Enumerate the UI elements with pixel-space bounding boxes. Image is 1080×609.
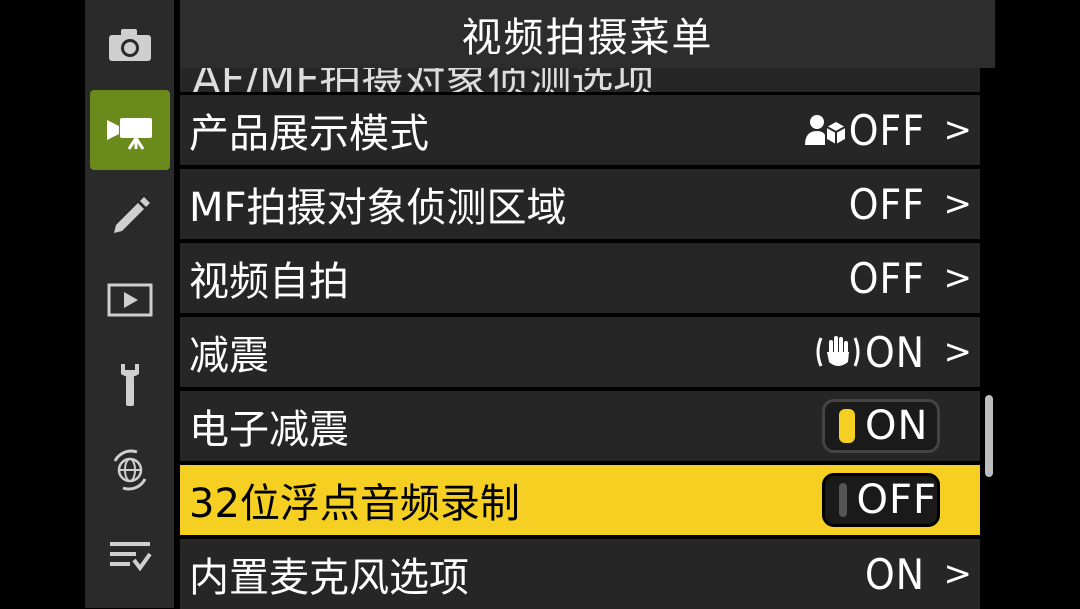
sidebar-item-my-menu[interactable] [90, 515, 170, 595]
toggle-label: OFF [856, 477, 937, 523]
my-menu-icon [110, 542, 152, 572]
vibration-reduction-icon [816, 336, 860, 367]
product-review-icon [804, 115, 845, 145]
toggle-knob [839, 409, 855, 443]
chevron-right-icon: > [943, 110, 973, 150]
menu-item-partial[interactable]: AF/MF拍摄对象侦测选项 [180, 68, 980, 92]
chevron-right-icon: > [943, 258, 973, 298]
sidebar-item-setup[interactable] [90, 345, 170, 425]
chevron-right-icon: > [943, 554, 973, 594]
sidebar-item-network[interactable] [90, 430, 170, 510]
menu-item-label: 减震 [189, 333, 269, 379]
menu-item-label: AF/MF拍摄对象侦测选项 [192, 68, 655, 92]
scrollbar[interactable] [985, 395, 993, 477]
toggle-knob [839, 483, 847, 517]
sidebar-item-custom-settings[interactable] [90, 175, 170, 255]
menu-item-label: 产品展示模式 [189, 111, 429, 157]
playback-icon [107, 283, 153, 317]
sidebar-item-photo-shooting[interactable] [90, 5, 170, 85]
menu-title-bar: 视频拍摄菜单 [180, 0, 995, 68]
menu-item-value: ON [865, 327, 925, 377]
chevron-right-icon: > [943, 332, 973, 372]
pencil-icon [114, 197, 150, 233]
camera-icon [109, 29, 151, 61]
network-icon [113, 449, 147, 491]
menu-item-label: 32位浮点音频录制 [189, 481, 520, 527]
menu-sidebar [85, 0, 174, 608]
menu-item-built-in-mic-options[interactable]: 内置麦克风选项 ON > [180, 539, 980, 609]
menu-item-label: 电子减震 [189, 407, 349, 453]
menu-item-label: MF拍摄对象侦测区域 [189, 185, 567, 231]
menu-item-value: OFF [848, 179, 925, 229]
menu-item-label: 内置麦克风选项 [189, 555, 469, 601]
sidebar-item-playback[interactable] [90, 260, 170, 340]
menu-item-value: OFF [848, 105, 925, 155]
menu-item-value: ON [865, 549, 925, 599]
toggle-label: ON [865, 403, 929, 449]
menu-item-electronic-vr[interactable]: 电子减震 ON [180, 391, 980, 461]
menu-item-32bit-float-audio[interactable]: 32位浮点音频录制 OFF [180, 465, 980, 535]
movie-camera-icon [107, 118, 152, 150]
menu-item-mf-subject-detection-area[interactable]: MF拍摄对象侦测区域 OFF > [180, 169, 980, 239]
menu-item-value: OFF [848, 253, 925, 303]
menu-item-vibration-reduction[interactable]: 减震 ON > [180, 317, 980, 387]
sidebar-item-movie-shooting[interactable] [90, 90, 170, 170]
menu-item-product-review-mode[interactable]: 产品展示模式 OFF > [180, 95, 980, 165]
menu-item-label: 视频自拍 [189, 259, 349, 305]
menu-item-video-selfie[interactable]: 视频自拍 OFF > [180, 243, 980, 313]
32bit-float-audio-toggle[interactable]: OFF [822, 473, 940, 527]
page-title: 视频拍摄菜单 [461, 15, 714, 61]
chevron-right-icon: > [943, 184, 973, 224]
electronic-vr-toggle[interactable]: ON [822, 399, 940, 453]
wrench-icon [121, 364, 139, 406]
